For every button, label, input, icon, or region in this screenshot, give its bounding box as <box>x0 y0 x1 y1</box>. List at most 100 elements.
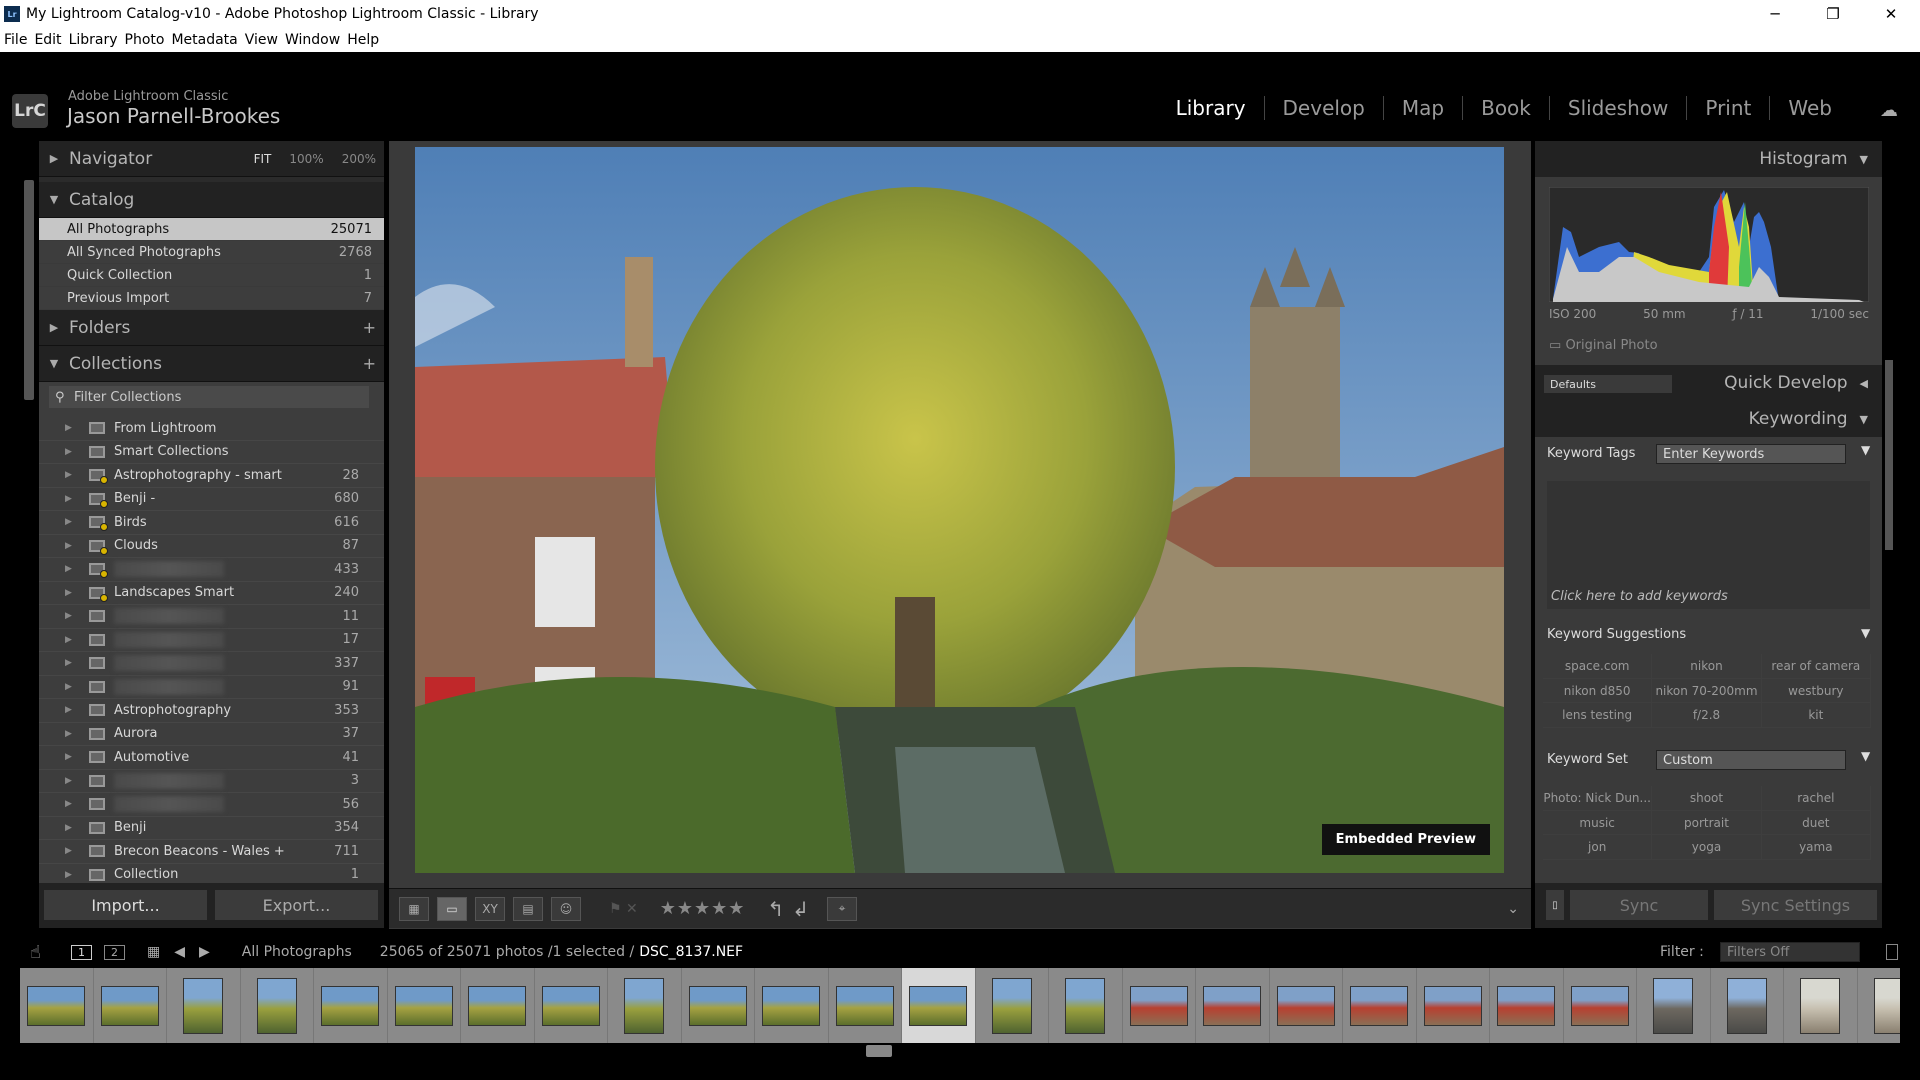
menu-library[interactable]: Library <box>69 32 118 48</box>
module-slideshow[interactable]: Slideshow <box>1550 96 1688 120</box>
toolbar-menu-chevron-icon[interactable]: ⌄ <box>1507 901 1519 917</box>
filmstrip-thumbnail[interactable] <box>1270 968 1343 1043</box>
filmstrip-thumbnail[interactable] <box>1196 968 1270 1043</box>
filmstrip-thumbnail[interactable] <box>314 968 388 1043</box>
collection-item[interactable]: ▶ Landscapes Smart 240 <box>39 581 384 605</box>
expand-icon[interactable]: ▶ <box>65 494 72 504</box>
keyword-chip[interactable]: yoga <box>1652 835 1762 860</box>
flag-icon[interactable]: ⚑ ✕ <box>609 901 638 917</box>
collection-item[interactable]: ▶ Brecon Beacons - Wales + 711 <box>39 840 384 864</box>
filmstrip-thumbnail[interactable] <box>1637 968 1711 1043</box>
menu-window[interactable]: Window <box>285 32 340 48</box>
menu-help[interactable]: Help <box>347 32 379 48</box>
menu-metadata[interactable]: Metadata <box>171 32 237 48</box>
module-print[interactable]: Print <box>1687 96 1771 120</box>
collection-item[interactable]: ▶ 56 <box>39 793 384 817</box>
menu-file[interactable]: File <box>4 32 27 48</box>
keyword-tags-select[interactable]: Enter Keywords <box>1656 444 1846 464</box>
keyword-chip[interactable]: nikon <box>1652 654 1762 679</box>
histogram-header[interactable]: Histogram ▼ <box>1535 141 1882 177</box>
filmstrip-thumbnail[interactable] <box>167 968 241 1043</box>
filmstrip-thumbnail[interactable] <box>902 968 976 1043</box>
forward-arrow-icon[interactable]: ▶ <box>199 944 210 960</box>
module-develop[interactable]: Develop <box>1265 96 1384 120</box>
filmstrip-thumbnail[interactable] <box>20 968 94 1043</box>
main-photo[interactable]: Embedded Preview <box>415 147 1504 873</box>
collection-item[interactable]: ▶ 11 <box>39 605 384 629</box>
expand-icon[interactable]: ▶ <box>65 729 72 739</box>
collection-item[interactable]: ▶ Birds 616 <box>39 511 384 535</box>
filter-lock-icon[interactable] <box>1886 944 1898 960</box>
filmstrip-thumbnail[interactable] <box>976 968 1049 1043</box>
collection-item[interactable]: ▶ 17 <box>39 628 384 652</box>
catalog-item[interactable]: Quick Collection 1 <box>39 264 384 287</box>
menu-photo[interactable]: Photo <box>125 32 165 48</box>
catalog-header[interactable]: ▼ Catalog <box>39 182 384 218</box>
zoom-fit[interactable]: FIT <box>254 152 272 166</box>
preset-select[interactable]: Defaults <box>1543 374 1673 394</box>
collection-item[interactable]: ▶ From Lightroom <box>39 417 384 441</box>
filmstrip-thumbnail[interactable] <box>241 968 314 1043</box>
grid-view-icon[interactable]: ▦ <box>399 896 429 921</box>
checkbox-icon[interactable]: ▭ <box>1549 338 1561 353</box>
collection-item[interactable]: ▶ Astrophotography - smart 28 <box>39 464 384 488</box>
expand-icon[interactable]: ▶ <box>65 682 72 692</box>
expand-icon[interactable]: ▶ <box>65 705 72 715</box>
filmstrip-thumbnail[interactable] <box>1858 968 1900 1043</box>
collapse-icon[interactable]: ▼ <box>1861 443 1870 457</box>
expand-icon[interactable]: ▶ <box>65 541 72 551</box>
zoom-100[interactable]: 100% <box>289 152 323 166</box>
menu-view[interactable]: View <box>245 32 278 48</box>
expand-icon[interactable]: ▶ <box>65 752 72 762</box>
module-map[interactable]: Map <box>1384 96 1464 120</box>
filmstrip-thumbnail[interactable] <box>829 968 902 1043</box>
auto-sync-toggle[interactable]: ▯ <box>1545 889 1565 921</box>
collection-item[interactable]: ▶ Astrophotography 353 <box>39 699 384 723</box>
expand-icon[interactable]: ▶ <box>65 470 72 480</box>
keywording-header[interactable]: Keywording ▼ <box>1535 401 1882 437</box>
filmstrip-thumbnail[interactable] <box>535 968 608 1043</box>
keyword-chip[interactable]: Photo: Nick Dun... <box>1543 786 1653 811</box>
filmstrip-thumbnail[interactable] <box>1417 968 1490 1043</box>
keyword-chip[interactable]: shoot <box>1652 786 1762 811</box>
keyword-set-select[interactable]: Custom <box>1656 750 1846 770</box>
expand-icon[interactable]: ▶ <box>65 658 72 668</box>
keyword-chip[interactable]: yama <box>1761 835 1871 860</box>
keyword-chip[interactable]: portrait <box>1652 810 1762 835</box>
collection-item[interactable]: ▶ Smart Collections <box>39 440 384 464</box>
people-view-icon[interactable]: ☺ <box>551 896 581 921</box>
filmstrip-thumbnail[interactable] <box>461 968 535 1043</box>
filmstrip-thumbnail[interactable] <box>1343 968 1417 1043</box>
filmstrip-thumbnail[interactable] <box>1490 968 1564 1043</box>
filmstrip-thumbnail[interactable] <box>1123 968 1196 1043</box>
rotate-right-icon[interactable]: ↲ <box>792 897 809 921</box>
expand-icon[interactable]: ▶ <box>65 870 72 880</box>
main-window-button[interactable]: 1 <box>70 944 92 960</box>
close-button[interactable]: ✕ <box>1862 0 1920 28</box>
expand-icon[interactable]: ▶ <box>65 635 72 645</box>
expand-icon[interactable]: ▶ <box>65 447 72 457</box>
sync-settings-button[interactable]: Sync Settings <box>1713 889 1878 921</box>
collection-item[interactable]: ▶ Benji 354 <box>39 816 384 840</box>
filmstrip-thumbnail[interactable] <box>1564 968 1637 1043</box>
face-region-icon[interactable]: ⌖ <box>826 896 857 921</box>
left-panel-scrollbar[interactable] <box>24 180 34 400</box>
compare-view-icon[interactable]: XY <box>475 896 505 921</box>
filmstrip-scrollbar[interactable] <box>866 1045 892 1057</box>
collection-item[interactable]: ▶ Benji - 680 <box>39 487 384 511</box>
expand-icon[interactable]: ▶ <box>65 588 72 598</box>
hand-pointer-icon[interactable]: ☝ <box>30 942 41 963</box>
navigator-header[interactable]: ▶ Navigator FIT 100% 200% <box>39 141 384 177</box>
rotate-left-icon[interactable]: ↰ <box>767 897 784 921</box>
catalog-item[interactable]: All Photographs 25071 <box>39 218 384 241</box>
collection-item[interactable]: ▶ Automotive 41 <box>39 746 384 770</box>
loupe-view-icon[interactable]: ▭ <box>437 896 467 921</box>
keyword-chip[interactable]: music <box>1543 810 1653 835</box>
catalog-item[interactable]: Previous Import 7 <box>39 287 384 310</box>
filmstrip-thumbnail[interactable] <box>1049 968 1123 1043</box>
filmstrip-thumbnail[interactable] <box>94 968 167 1043</box>
module-library[interactable]: Library <box>1158 96 1265 120</box>
module-web[interactable]: Web <box>1770 96 1850 120</box>
filter-select[interactable]: Filters Off <box>1720 942 1860 962</box>
keyword-chip[interactable]: duet <box>1761 810 1871 835</box>
